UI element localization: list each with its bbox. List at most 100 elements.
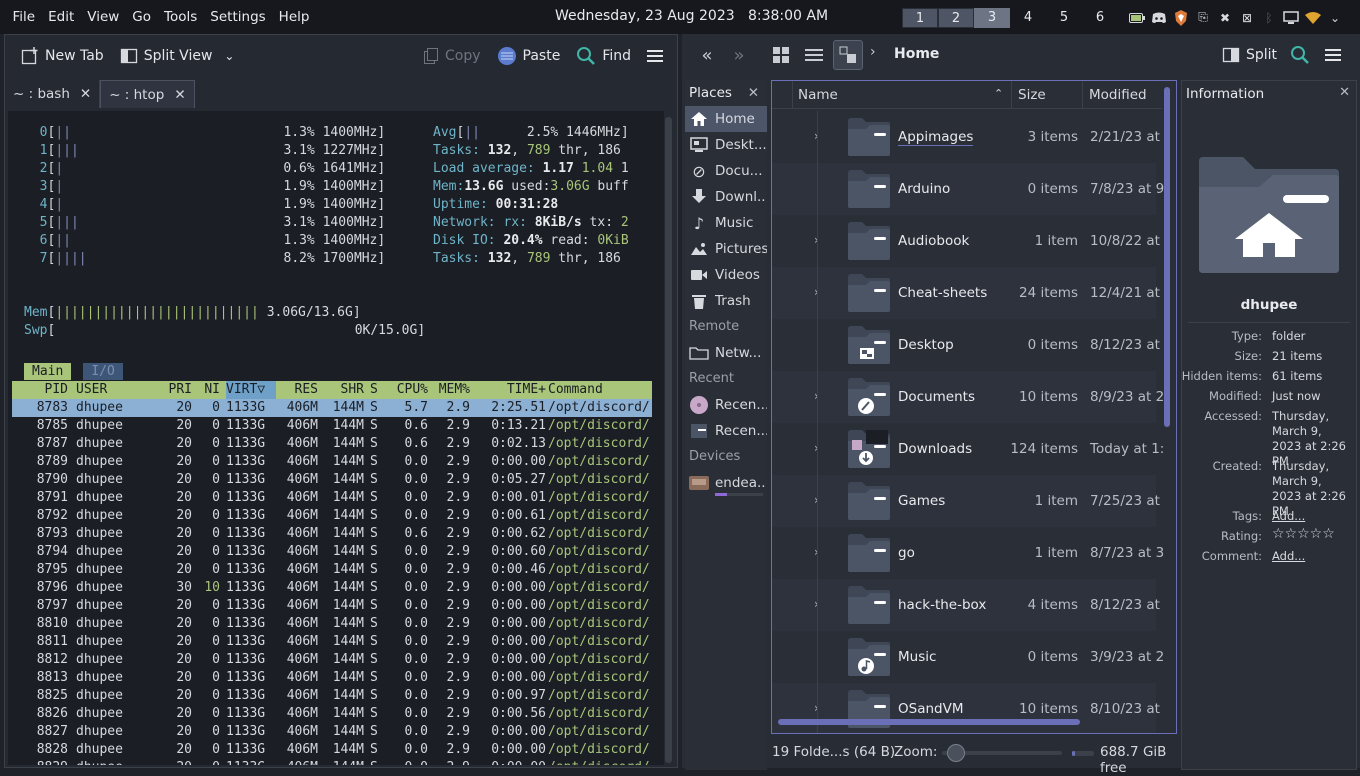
zoom-slider[interactable] (942, 744, 1062, 762)
find-button[interactable]: Find (568, 39, 639, 73)
column-command[interactable]: Command (548, 381, 658, 399)
process-row[interactable]: 8789 dhupee 20 0 1133G 406M 144M S 0.0 2.9 0:00.00… (12, 453, 652, 471)
process-row[interactable]: 8794 dhupee 20 0 1133G 406M 144M S 0.0 2.9 0:00.60… (12, 543, 652, 561)
menu-settings[interactable]: Settings (204, 9, 272, 25)
file-row[interactable]: ›OSandVM10 items8/10/23 at (772, 683, 1160, 733)
paste-button[interactable]: Paste (489, 39, 569, 73)
rating-stars[interactable]: ☆☆☆☆☆ (1272, 526, 1335, 542)
place-home[interactable]: Home (685, 106, 767, 132)
workspace-6[interactable]: 6 (1082, 8, 1118, 28)
column-res[interactable]: RES (276, 381, 318, 399)
icons-view-button[interactable] (766, 40, 796, 70)
column-shr[interactable]: SHR (318, 381, 364, 399)
process-row[interactable]: 8783 dhupee 20 0 1133G 406M 144M S 5.7 2.9 2:25.51… (12, 399, 652, 417)
column-ni[interactable]: NI (192, 381, 220, 399)
scrollbar-thumb[interactable] (665, 117, 672, 763)
htop-tab-io[interactable]: I/O (83, 363, 123, 380)
column-cpu%[interactable]: CPU% (382, 381, 428, 399)
place-deskt[interactable]: Deskt... (685, 132, 767, 158)
file-row[interactable]: Music 0 items 3/9/23 at 2 (772, 631, 1164, 683)
file-list[interactable]: Name ⌃ Size Modified ›Appimages3 items2/… (771, 80, 1177, 734)
search-button[interactable] (1285, 40, 1315, 70)
new-tab-button[interactable]: New Tab (13, 39, 112, 73)
chevron-down-icon[interactable]: ⌄ (1326, 9, 1344, 26)
process-row[interactable]: 8793 dhupee 20 0 1133G 406M 144M S 0.6 2.9 0:00.62… (12, 525, 652, 543)
battery-icon[interactable] (1128, 9, 1146, 26)
place-pictures[interactable]: Pictures (685, 236, 767, 262)
process-row[interactable]: 8787 dhupee 20 0 1133G 406M 144M S 0.6 2.9 0:02.13… (12, 435, 652, 453)
place-videos[interactable]: Videos (685, 262, 767, 288)
workspace-1[interactable]: 1 (902, 8, 938, 28)
place-music[interactable]: ♪ Music (685, 210, 767, 236)
horizontal-scrollbar[interactable] (778, 719, 1080, 725)
brave-icon[interactable] (1172, 9, 1190, 26)
column-s[interactable]: S (370, 381, 382, 399)
place-recen[interactable]: Recen... (685, 418, 767, 444)
process-row[interactable]: 8791 dhupee 20 0 1133G 406M 144M S 0.0 2.9 0:00.01… (12, 489, 652, 507)
process-row[interactable]: 8792 dhupee 20 0 1133G 406M 144M S 0.0 2.9 0:00.61… (12, 507, 652, 525)
file-row[interactable]: ›hack-the-box4 items8/12/23 at (772, 579, 1160, 631)
process-row[interactable]: 8813 dhupee 20 0 1133G 406M 144M S 0.0 2.9 0:00.00… (12, 669, 652, 687)
bluetooth-icon[interactable]: ᛒ (1260, 9, 1278, 26)
close-box-icon[interactable]: ⊠ (1238, 9, 1256, 26)
menu-help[interactable]: Help (272, 9, 316, 25)
place-trash[interactable]: Trash (685, 288, 767, 314)
workspace-3[interactable]: 3 (974, 8, 1010, 28)
process-row[interactable]: 8785 dhupee 20 0 1133G 406M 144M S 0.6 2.9 0:13.21… (12, 417, 652, 435)
column-name[interactable]: Name (798, 87, 838, 103)
process-row[interactable]: 8790 dhupee 20 0 1133G 406M 144M S 0.0 2.9 0:05.27… (12, 471, 652, 489)
place-recen[interactable]: Recen... (685, 392, 767, 418)
crossed-icon[interactable]: ✖ (1216, 9, 1234, 26)
menu-view[interactable]: View (81, 9, 126, 25)
column-mem%[interactable]: MEM% (430, 381, 470, 399)
place-downl[interactable]: Downl... (685, 184, 767, 210)
terminal-scrollbar[interactable] (665, 117, 672, 763)
menu-go[interactable]: Go (126, 9, 158, 25)
hamburger-menu-button[interactable] (1318, 40, 1348, 70)
close-icon[interactable]: ✕ (80, 86, 91, 102)
wifi-icon[interactable] (1304, 9, 1322, 26)
file-row[interactable]: Arduino 0 items 7/8/23 at 9 (772, 163, 1164, 215)
menu-edit[interactable]: Edit (42, 9, 81, 25)
column-modified[interactable]: Modified (1089, 87, 1147, 103)
column-time+[interactable]: TIME+ (470, 381, 546, 399)
process-row[interactable]: 8796 dhupee 30 10 1133G 406M 144M S 0.0 2.9 0:00.0… (12, 579, 652, 597)
place-endea[interactable]: endea... (685, 470, 767, 496)
process-row[interactable]: 8810 dhupee 20 0 1133G 406M 144M S 0.0 2.9 0:00.00… (12, 615, 652, 633)
breadcrumb[interactable]: Home (894, 46, 939, 62)
tab-bash[interactable]: ~ : bash ✕ (5, 80, 101, 108)
zoom-slider-handle[interactable] (947, 744, 965, 762)
place-netw[interactable]: Netw... (685, 340, 767, 366)
close-icon[interactable]: ✕ (748, 80, 759, 106)
discord-icon[interactable] (1150, 9, 1168, 26)
process-row[interactable]: 8811 dhupee 20 0 1133G 406M 144M S 0.0 2.9 0:00.00… (12, 633, 652, 651)
process-row[interactable]: 8795 dhupee 20 0 1133G 406M 144M S 0.0 2.9 0:00.46… (12, 561, 652, 579)
column-pri[interactable]: PRI (146, 381, 192, 399)
process-row[interactable]: 8827 dhupee 20 0 1133G 406M 144M S 0.0 2.9 0:00.00… (12, 723, 652, 741)
column-size[interactable]: Size (1018, 87, 1046, 103)
menu-file[interactable]: File (6, 9, 42, 25)
file-row[interactable]: ›Documents10 items8/9/23 at 2 (772, 371, 1164, 423)
column-user[interactable]: USER (76, 381, 146, 399)
workspace-5[interactable]: 5 (1046, 8, 1082, 28)
process-row[interactable]: 8825 dhupee 20 0 1133G 406M 144M S 0.0 2.9 0:00.97… (12, 687, 652, 705)
file-row[interactable]: ›Cheat-sheets24 items12/4/21 at (772, 267, 1160, 319)
process-row[interactable]: 8812 dhupee 20 0 1133G 406M 144M S 0.0 2.9 0:00.00… (12, 651, 652, 669)
process-row[interactable]: 8826 dhupee 20 0 1133G 406M 144M S 0.0 2.9 0:00.56… (12, 705, 652, 723)
paperclip-icon[interactable]: ⎘ (1194, 9, 1212, 26)
compact-view-button[interactable] (799, 40, 829, 70)
file-row[interactable]: ›go1 item8/7/23 at 3 (772, 527, 1164, 579)
place-docu[interactable]: ⊘ Docu... (685, 158, 767, 184)
file-row[interactable]: ›Games1 item7/25/23 at (772, 475, 1160, 527)
forward-button[interactable]: » (724, 40, 754, 70)
file-row[interactable]: ›Audiobook1 item10/8/22 at (772, 215, 1160, 267)
copy-button[interactable]: Copy (415, 39, 489, 73)
workspace-4[interactable]: 4 (1010, 8, 1046, 28)
process-row[interactable]: 8828 dhupee 20 0 1133G 406M 144M S 0.0 2.9 0:00.00… (12, 741, 652, 759)
workspace-2[interactable]: 2 (938, 8, 974, 28)
column-pid[interactable]: PID (12, 381, 68, 399)
column-virt[interactable]: VIRT▽ (226, 381, 276, 399)
close-icon[interactable]: ✕ (174, 87, 185, 103)
clock[interactable]: Wednesday, 23 Aug 2023 8:38:00 AM (555, 8, 828, 24)
process-row[interactable]: 8829 dhupee200 1133G406M144M S0.02.90:00.00… (12, 759, 652, 765)
